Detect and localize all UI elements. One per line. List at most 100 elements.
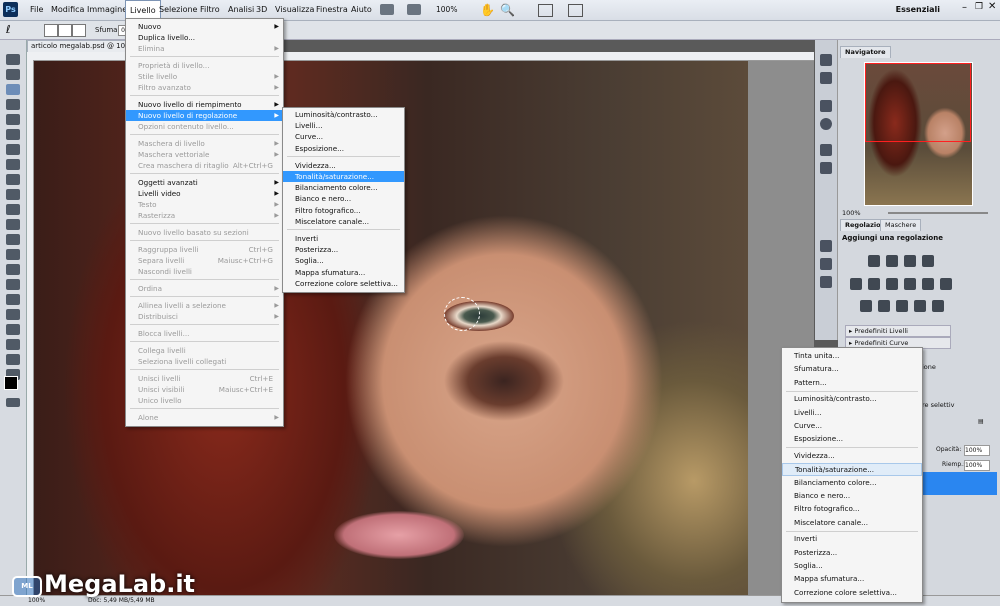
regolazione-item-tonalita-saturazione[interactable]: Tonalità/saturazione... [283, 171, 404, 182]
healing-tool-icon[interactable] [6, 144, 20, 155]
popup-item-vividezza[interactable]: Vividezza... [782, 450, 922, 461]
foreground-color-swatch[interactable] [4, 376, 18, 390]
popup-item-bianco-e-nero[interactable]: Bianco e nero... [782, 490, 922, 501]
popup-item-mappa-sfumatura[interactable]: Mappa sfumatura... [782, 573, 922, 584]
bridge-icon[interactable] [380, 4, 394, 15]
livello-menu-item-maschera-vettoriale[interactable]: Maschera vettoriale ▶ [126, 149, 283, 160]
workspace-switcher[interactable]: Essenziali [896, 0, 940, 20]
minimize-icon[interactable]: – [962, 2, 967, 13]
livello-menu-item-nuovo-livello-di-riempimento[interactable]: Nuovo livello di riempimento ▶ [126, 99, 283, 110]
zoom-icon[interactable]: 🔍 [500, 3, 515, 17]
livello-menu-item-filtro-avanzato[interactable]: Filtro avanzato ▶ [126, 82, 283, 93]
popup-item-pattern[interactable]: Pattern... [782, 377, 922, 388]
livello-menu-item-unisci-livelli[interactable]: Unisci livelli Ctrl+E [126, 373, 283, 384]
regolazione-item-livelli[interactable]: Livelli... [283, 120, 404, 131]
brightness-contrast-icon[interactable] [868, 255, 880, 267]
livello-menu-item-testo[interactable]: Testo ▶ [126, 199, 283, 210]
popup-item-soglia[interactable]: Soglia... [782, 560, 922, 571]
subtract-selection-icon[interactable] [72, 24, 86, 37]
livello-menu-item-opzioni-contenuto-livello[interactable]: Opzioni contenuto livello... [126, 121, 283, 132]
quick-mask-icon[interactable] [6, 398, 20, 407]
regolazione-item-bilanciamento-colore[interactable]: Bilanciamento colore... [283, 182, 404, 193]
popup-item-inverti[interactable]: Inverti [782, 533, 922, 544]
livello-menu-item-maschera-di-livello[interactable]: Maschera di livello ▶ [126, 138, 283, 149]
menu-3d[interactable]: 3D [252, 0, 271, 20]
livello-menu-item-ordina[interactable]: Ordina ▶ [126, 283, 283, 294]
move-tool-icon[interactable] [6, 54, 20, 65]
livello-menu-item-proprieta-di-livello[interactable]: Proprietà di livello... [126, 60, 283, 71]
regolazione-item-miscelatore-canale[interactable]: Miscelatore canale... [283, 216, 404, 227]
tab-maschere[interactable]: Maschere [880, 219, 922, 231]
exposure-icon[interactable] [922, 255, 934, 267]
popup-item-sfumatura[interactable]: Sfumatura... [782, 363, 922, 374]
livello-menu-item-elimina[interactable]: Elimina ▶ [126, 43, 283, 54]
color-balance-icon[interactable] [886, 278, 898, 290]
brush-presets-icon[interactable] [820, 162, 832, 174]
arrange-icon[interactable] [538, 4, 553, 17]
regolazione-item-soglia[interactable]: Soglia... [283, 255, 404, 266]
navigator-zoom[interactable]: 100% [842, 209, 861, 217]
livello-menu-item-rasterizza[interactable]: Rasterizza ▶ [126, 210, 283, 221]
lasso-icon[interactable]: ℓ [6, 24, 11, 36]
channel-mixer-icon[interactable] [940, 278, 952, 290]
tab-navigatore[interactable]: Navigatore [840, 46, 891, 58]
regolazione-item-correzione-colore-selettiva[interactable]: Correzione colore selettiva... [283, 278, 404, 289]
menu-aiuto[interactable]: Aiuto [347, 0, 376, 20]
livello-menu-item-nuovo-livello-di-regolazione[interactable]: Nuovo livello di regolazione ▶ [126, 110, 283, 121]
type-tool-icon[interactable] [6, 279, 20, 290]
brush-tool-icon[interactable] [6, 159, 20, 170]
livello-menu-item-seleziona-livelli-collegati[interactable]: Seleziona livelli collegati [126, 356, 283, 367]
black-white-icon[interactable] [904, 278, 916, 290]
history-brush-tool-icon[interactable] [6, 189, 20, 200]
color-icon[interactable] [820, 240, 832, 252]
shape-tool-icon[interactable] [6, 309, 20, 320]
vibrance-icon[interactable] [850, 278, 862, 290]
popup-item-filtro-fotografico[interactable]: Filtro fotografico... [782, 503, 922, 514]
screen-mode-icon[interactable] [568, 4, 583, 17]
eyedropper-tool-icon[interactable] [6, 129, 20, 140]
3d-rotate-tool-icon[interactable] [6, 324, 20, 335]
history-icon[interactable] [820, 54, 832, 66]
livello-menu-item-separa-livelli[interactable]: Separa livelli Maiusc+Ctrl+G [126, 255, 283, 266]
marquee-tool-icon[interactable] [6, 69, 20, 80]
selected-layer-row[interactable] [915, 472, 997, 495]
regolazione-item-luminosita-contrasto[interactable]: Luminosità/contrasto... [283, 109, 404, 120]
info-icon[interactable] [820, 118, 832, 130]
styles-icon[interactable] [820, 276, 832, 288]
livello-menu-item-collega-livelli[interactable]: Collega livelli [126, 345, 283, 356]
hand-tool-icon[interactable] [6, 354, 20, 365]
view-extras-icon[interactable] [407, 4, 421, 15]
regolazione-item-esposizione[interactable]: Esposizione... [283, 143, 404, 154]
livello-menu-item-nascondi-livelli[interactable]: Nascondi livelli [126, 266, 283, 277]
hue-saturation-icon[interactable] [868, 278, 880, 290]
popup-item-esposizione[interactable]: Esposizione... [782, 433, 922, 444]
regolazione-item-mappa-sfumatura[interactable]: Mappa sfumatura... [283, 267, 404, 278]
menu-selezione[interactable]: Selezione [155, 0, 201, 20]
livello-menu-item-duplica-livello[interactable]: Duplica livello... [126, 32, 283, 43]
3d-orbit-tool-icon[interactable] [6, 339, 20, 350]
menu-file[interactable]: File [26, 0, 47, 20]
gradient-tool-icon[interactable] [6, 219, 20, 230]
path-selection-tool-icon[interactable] [6, 294, 20, 305]
clone-tool-icon[interactable] [6, 174, 20, 185]
lasso-selection[interactable] [444, 297, 480, 331]
livello-menu-item-blocca-livelli[interactable]: Blocca livelli... [126, 328, 283, 339]
menu-immagine[interactable]: Immagine [83, 0, 131, 20]
eraser-tool-icon[interactable] [6, 204, 20, 215]
livello-menu-item-nuovo[interactable]: Nuovo ▶ [126, 21, 283, 32]
zoom-level[interactable]: 100% [436, 0, 457, 20]
crop-tool-icon[interactable] [6, 114, 20, 125]
regolazione-item-inverti[interactable]: Inverti [283, 233, 404, 244]
hand-icon[interactable]: ✋ [480, 3, 495, 17]
menu-finestra[interactable]: Finestra [312, 0, 352, 20]
popup-item-tinta-unita[interactable]: Tinta unita... [782, 350, 922, 361]
navigator-zoom-slider[interactable] [888, 212, 988, 214]
close-icon[interactable]: ✕ [988, 1, 996, 12]
regolazione-item-vividezza[interactable]: Vividezza... [283, 160, 404, 171]
livello-menu-item-stile-livello[interactable]: Stile livello ▶ [126, 71, 283, 82]
livello-menu-item-crea-maschera-di-ritaglio[interactable]: Crea maschera di ritaglio Alt+Ctrl+G [126, 160, 283, 171]
levels-icon[interactable] [886, 255, 898, 267]
popup-item-bilanciamento-colore[interactable]: Bilanciamento colore... [782, 477, 922, 488]
fill-input[interactable]: 100% [964, 460, 990, 471]
livello-menu-item-nuovo-livello-basato-su-sezioni[interactable]: Nuovo livello basato su sezioni [126, 227, 283, 238]
